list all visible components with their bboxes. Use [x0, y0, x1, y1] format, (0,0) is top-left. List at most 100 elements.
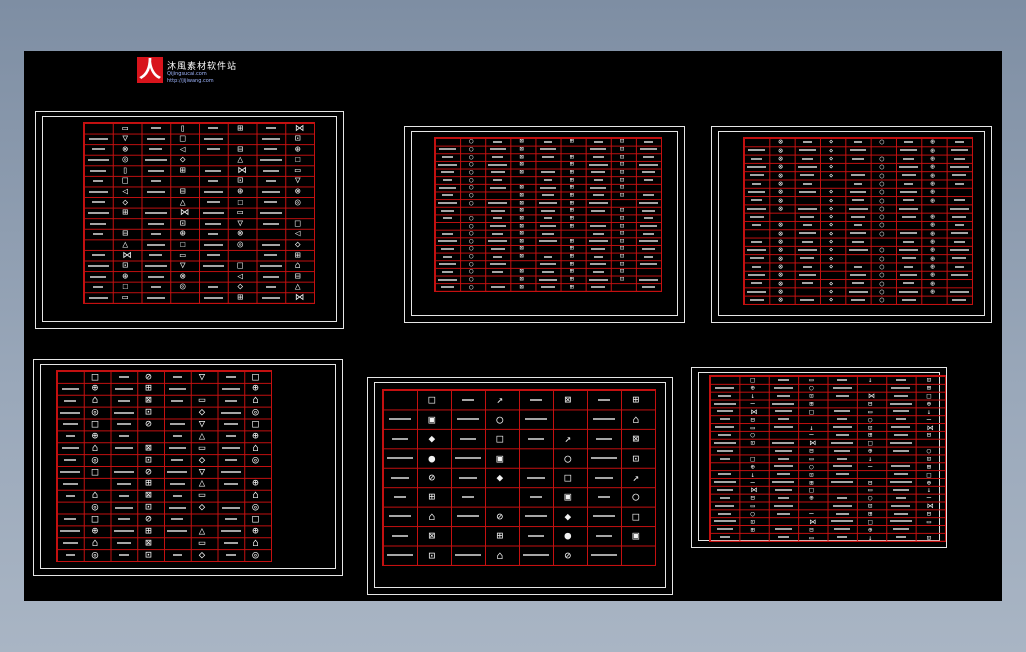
label-stroke [147, 275, 164, 278]
label-stroke [895, 496, 907, 499]
label-stroke [208, 233, 219, 236]
cad-drawing-canvas[interactable]: 人 沐風素材软件站 Qijingsucai.com http://jijiwan… [24, 51, 1002, 601]
label-stroke [951, 149, 968, 152]
cad-symbol-icon: ⋈ [809, 516, 817, 526]
label-stroke [541, 171, 555, 174]
label-stroke [747, 166, 767, 169]
symbol-layer: ▭ ▯ ⊞ ⋈ ▽ □ ⊡ ⊗ ◁ ⊟ ⊕ ◎ ◇ △ ☐ ▯ ⊞ ⋈ ▭ □ ⊡ ▽ ◁ ⊟ ⊕ ⊗ ◇ △ ☐ ◎ ⊞ ⋈ ▭ ⊡ ▽ □ ⊟ ⊕ ⊗ ◁… [84, 123, 314, 303]
label-stroke [949, 166, 969, 169]
cad-symbol-icon: ◎ [91, 452, 99, 466]
label-stroke [439, 148, 456, 151]
cad-symbol-icon: ⊟ [868, 398, 873, 408]
label-stroke [523, 554, 549, 557]
cad-symbol-icon: ◇ [237, 281, 244, 293]
label-stroke [113, 470, 134, 473]
label-stroke [639, 240, 658, 243]
label-stroke [954, 182, 964, 185]
cad-symbol-icon: ◇ [294, 239, 301, 250]
label-stroke [713, 441, 736, 444]
cad-symbol-icon: ● [564, 529, 572, 543]
label-stroke [147, 222, 164, 225]
label-stroke [204, 137, 223, 140]
cad-symbol-icon: ◇ [198, 500, 206, 514]
label-stroke [262, 275, 279, 278]
label-stroke [493, 179, 503, 182]
label-stroke [226, 375, 236, 378]
cad-symbol-icon: ⊡ [809, 469, 814, 479]
cad-symbol-icon: ⊕ [122, 270, 129, 282]
cad-symbol-icon: ◎ [91, 547, 99, 561]
label-stroke [150, 180, 161, 183]
cad-symbol-icon: ↓ [868, 375, 873, 385]
label-stroke [852, 282, 864, 285]
label-stroke [392, 534, 408, 537]
label-stroke [488, 240, 508, 243]
cad-symbol-icon: ▣ [632, 529, 640, 543]
label-stroke [835, 394, 849, 397]
cad-symbol-icon: ⊗ [237, 228, 244, 240]
label-stroke [851, 174, 865, 177]
label-stroke [87, 159, 110, 162]
label-stroke [640, 224, 657, 227]
label-stroke [115, 506, 133, 509]
cad-symbol-icon: ↓ [750, 469, 755, 479]
label-stroke [265, 286, 276, 289]
label-stroke [891, 426, 911, 429]
label-stroke [593, 179, 603, 182]
label-stroke [588, 163, 608, 166]
label-stroke [172, 494, 183, 497]
cad-symbol-icon: ⊕ [750, 461, 755, 471]
label-stroke [748, 149, 765, 152]
cad-symbol-icon: ⌂ [632, 412, 640, 426]
cad-symbol-icon: □ [237, 260, 244, 272]
label-stroke [591, 554, 617, 557]
label-stroke [747, 290, 767, 293]
label-stroke [171, 399, 184, 402]
cad-symbol-icon: ⊞ [569, 252, 574, 261]
label-stroke [900, 232, 917, 235]
cad-symbol-icon: ◎ [294, 196, 301, 208]
label-stroke [438, 278, 457, 281]
cad-symbol-icon: ⊞ [294, 249, 301, 261]
cad-symbol-icon: ◯ [750, 508, 755, 518]
label-stroke [441, 270, 454, 273]
cad-symbol-icon: ⊞ [569, 221, 574, 230]
label-stroke [222, 387, 240, 390]
label-stroke [591, 171, 606, 174]
label-stroke [590, 148, 607, 151]
label-stroke [60, 530, 81, 533]
cad-symbol-icon: ◯ [879, 245, 885, 255]
cad-symbol-icon: ⊕ [237, 186, 244, 198]
cad-symbol-icon: ⊡ [294, 133, 301, 145]
label-stroke [718, 433, 732, 436]
label-stroke [899, 249, 919, 252]
label-stroke [641, 286, 656, 289]
label-stroke [264, 254, 278, 257]
cad-symbol-icon: ▭ [179, 249, 186, 261]
label-stroke [853, 265, 863, 268]
cad-symbol-icon: ◁ [294, 228, 301, 240]
label-stroke [443, 255, 452, 258]
label-stroke [63, 542, 78, 545]
label-stroke [776, 512, 791, 515]
cad-symbol-icon: □ [91, 464, 99, 478]
label-stroke [116, 542, 132, 545]
label-stroke [490, 209, 505, 212]
label-stroke [489, 224, 506, 227]
cad-symbol-icon: ⊡ [750, 516, 755, 526]
cad-symbol-icon: ◯ [879, 162, 885, 172]
label-stroke [526, 476, 546, 479]
cad-symbol-icon: □ [632, 509, 640, 523]
cad-symbol-icon: ◆ [428, 432, 436, 446]
cad-symbol-icon: ⋄ [828, 170, 834, 180]
label-stroke [115, 447, 133, 450]
label-stroke [835, 433, 849, 436]
label-stroke [439, 186, 456, 189]
cad-symbol-icon: ⊟ [926, 508, 932, 518]
label-stroke [264, 201, 278, 204]
label-stroke [202, 264, 225, 267]
label-stroke [492, 156, 504, 159]
symbol-layer: ⊗ ⋄ ◯ ⊕ ⊗ ⋄ ⊕ ⊗ ⋄ ◯ ⊕ ⊗ ⋄ ◯ ⊕ ⊗ ⋄ ◯ ⊕ ⊗ ◯ ⊕ ⊗ ⋄ ◯ ⊕ ⊗ ⋄ ◯ ⊕ ⊗ ⋄ ◯ ⋄ ◯ ⊕ ⊗ ⋄ ◯ ⊕… [744, 138, 972, 304]
cad-symbol-icon: ⋄ [828, 295, 834, 305]
label-stroke [60, 470, 81, 473]
